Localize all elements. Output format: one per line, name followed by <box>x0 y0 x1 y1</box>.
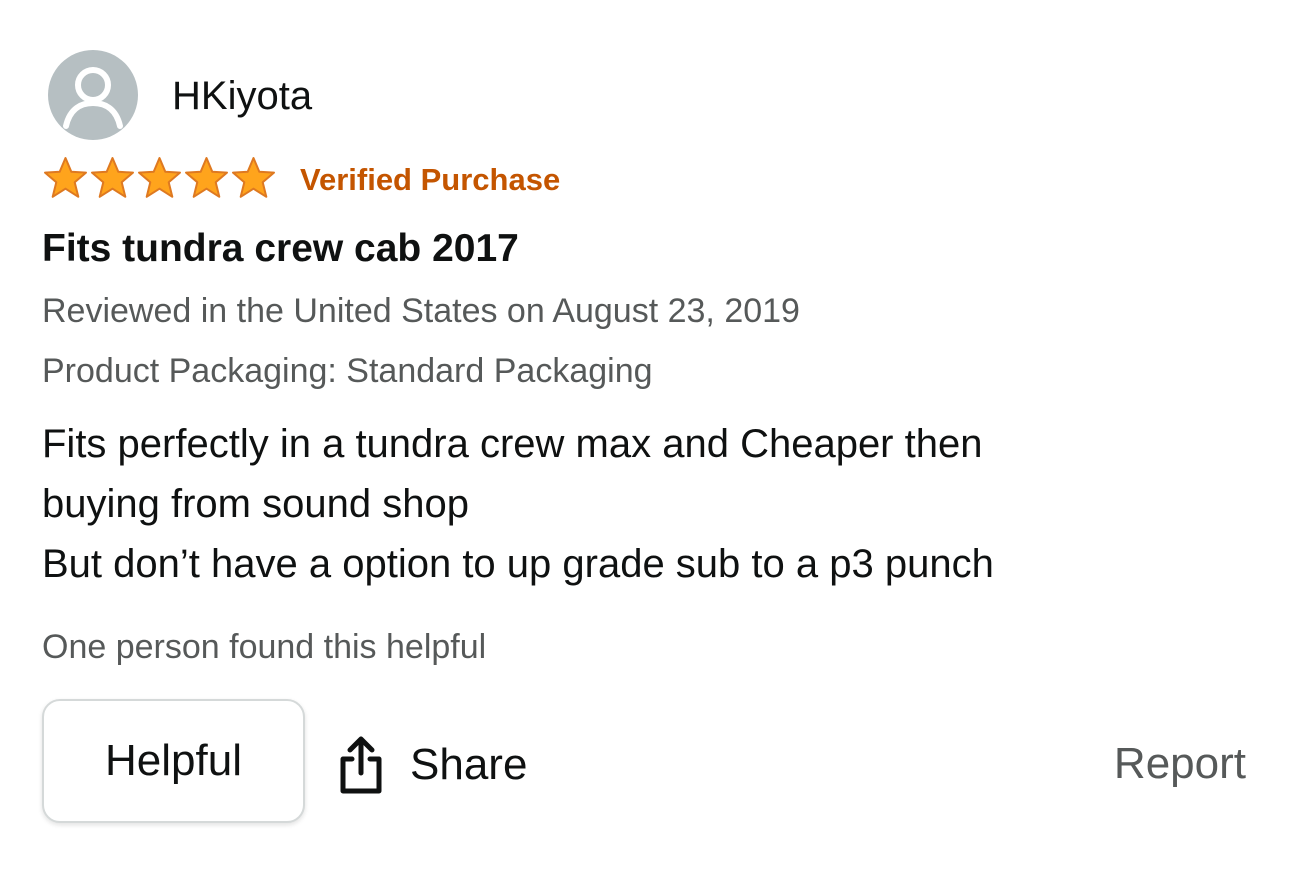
star-icon <box>44 157 87 198</box>
share-icon <box>334 733 388 797</box>
review-date: Reviewed in the United States on August … <box>42 292 800 330</box>
star-icon <box>232 157 275 198</box>
star-icon <box>91 157 134 198</box>
review-body-line: But don’t have a option to up grade sub … <box>42 542 994 586</box>
star-icon <box>138 157 181 198</box>
user-avatar-icon <box>63 67 123 129</box>
report-link[interactable]: Report <box>1114 738 1246 790</box>
star-rating[interactable] <box>42 155 277 201</box>
helpful-count: One person found this helpful <box>42 628 487 666</box>
star-icon <box>185 157 228 198</box>
reviewer-name[interactable]: HKiyota <box>172 72 312 120</box>
avatar[interactable] <box>48 50 138 140</box>
verified-purchase-badge: Verified Purchase <box>300 162 561 197</box>
helpful-button[interactable]: Helpful <box>42 699 305 823</box>
review-card: HKiyota Verified Purchase Fits tundra cr… <box>0 0 1290 889</box>
review-body: Fits perfectly in a tundra crew max and … <box>42 414 1252 594</box>
review-title: Fits tundra crew cab 2017 <box>42 227 519 270</box>
product-variant: Product Packaging: Standard Packaging <box>42 352 653 390</box>
share-button[interactable]: Share <box>334 725 527 805</box>
review-body-line: buying from sound shop <box>42 482 469 526</box>
review-body-line: Fits perfectly in a tundra crew max and … <box>42 422 983 466</box>
share-label: Share <box>410 740 528 789</box>
